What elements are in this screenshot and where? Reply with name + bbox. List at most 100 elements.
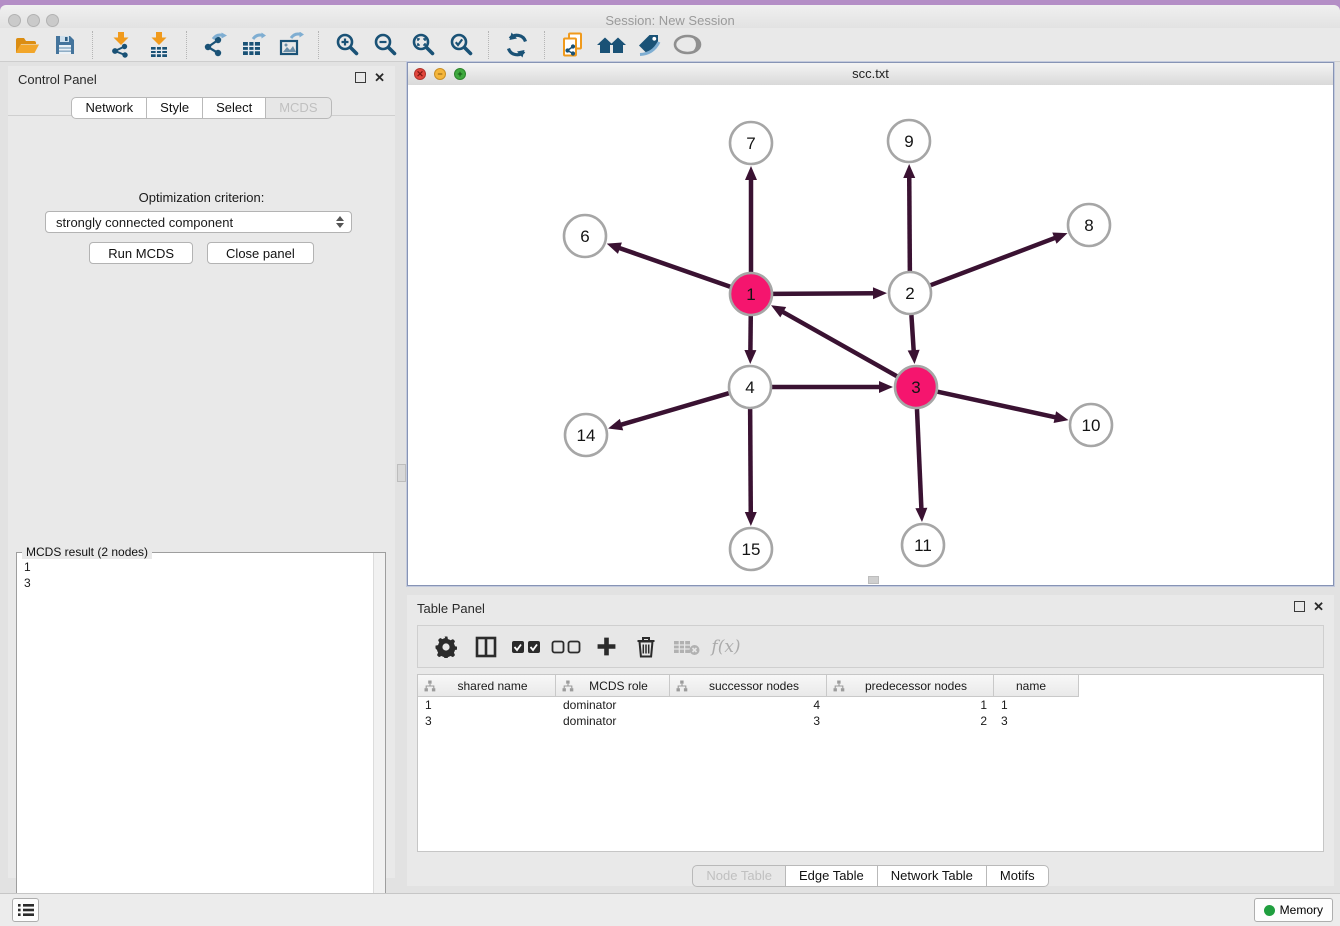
column-header-shared-name[interactable]: shared name: [418, 675, 556, 697]
network-graph[interactable]: 7 9 6 8 1 2 4 3 14 10 15 11: [408, 85, 1333, 585]
column-header-predecessor-nodes[interactable]: predecessor nodes: [827, 675, 994, 697]
node-label: 9: [904, 132, 913, 151]
workspace: Control Panel ✕ NetworkStyleSelectMCDS O…: [0, 62, 1340, 893]
deselect-all-button[interactable]: [548, 629, 584, 665]
mcds-result-list[interactable]: 13: [17, 555, 373, 921]
zoom-out-button[interactable]: [368, 29, 402, 61]
control-panel-float-icon[interactable]: [355, 72, 366, 83]
table-row[interactable]: 1dominator411: [418, 697, 1323, 713]
edge-1-4[interactable]: [744, 316, 756, 364]
edge-4-15[interactable]: [745, 409, 757, 526]
column-header-name[interactable]: name: [994, 675, 1079, 697]
select-all-button[interactable]: [508, 629, 544, 665]
frame-resize-handle[interactable]: [868, 576, 879, 584]
zoom-in-button[interactable]: [330, 29, 364, 61]
node-3[interactable]: 3: [895, 366, 937, 408]
node-6[interactable]: 6: [564, 215, 606, 257]
columns-icon: [475, 636, 497, 658]
node-10[interactable]: 10: [1070, 404, 1112, 446]
column-header-MCDS-role[interactable]: MCDS role: [556, 675, 670, 697]
memory-button[interactable]: Memory: [1254, 898, 1333, 922]
home-neighbors-button[interactable]: [594, 29, 628, 61]
column-header-successor-nodes[interactable]: successor nodes: [670, 675, 827, 697]
node-label: 8: [1084, 216, 1093, 235]
table-panel-close-icon[interactable]: ✕: [1313, 601, 1324, 612]
control-panel-close-icon[interactable]: ✕: [374, 72, 385, 83]
node-1[interactable]: 1: [730, 273, 772, 315]
zoom-selected-icon: [449, 32, 474, 57]
export-network-icon: [202, 32, 228, 58]
table-tab-edge-table[interactable]: Edge Table: [785, 865, 878, 887]
edge-2-3[interactable]: [908, 315, 920, 364]
node-9[interactable]: 9: [888, 120, 930, 162]
table-panel: Table Panel ✕ f(x) shared nameMCDS roles…: [407, 595, 1334, 886]
control-panel: Control Panel ✕ NetworkStyleSelectMCDS O…: [8, 66, 395, 878]
zoom-selected-button[interactable]: [444, 29, 478, 61]
panel-splitter-grip[interactable]: [397, 464, 406, 482]
node-14[interactable]: 14: [565, 414, 607, 456]
edge-3-11[interactable]: [915, 409, 927, 522]
hide-labels-button[interactable]: [632, 29, 666, 61]
table-panel-tabs: Node TableEdge TableNetwork TableMotifs: [407, 865, 1334, 887]
duplicate-network-button[interactable]: [556, 29, 590, 61]
add-row-button[interactable]: [588, 629, 624, 665]
tab-style[interactable]: Style: [146, 97, 203, 119]
table-tab-network-table[interactable]: Network Table: [877, 865, 987, 887]
columns-button[interactable]: [468, 629, 504, 665]
export-table-button[interactable]: [236, 29, 270, 61]
window-titlebar: Session: New Session: [0, 5, 1340, 29]
edge-3-1[interactable]: [771, 305, 897, 376]
node-label: 1: [746, 285, 755, 304]
column-label: MCDS role: [578, 679, 669, 693]
close-panel-button[interactable]: Close panel: [207, 242, 314, 264]
export-image-button[interactable]: [274, 29, 308, 61]
network-canvas[interactable]: 7 9 6 8 1 2 4 3 14 10 15 11: [408, 85, 1333, 585]
edge-4-3[interactable]: [772, 381, 893, 393]
save-session-button[interactable]: [48, 29, 82, 61]
node-8[interactable]: 8: [1068, 204, 1110, 246]
node-label: 6: [580, 227, 589, 246]
import-network-button[interactable]: [104, 29, 138, 61]
node-11[interactable]: 11: [902, 524, 944, 566]
table-panel-float-icon[interactable]: [1294, 601, 1305, 612]
edge-2-9[interactable]: [903, 164, 915, 271]
edge-4-14[interactable]: [608, 393, 729, 430]
apply-layout-button[interactable]: [500, 29, 534, 61]
node-7[interactable]: 7: [730, 122, 772, 164]
node-4[interactable]: 4: [729, 366, 771, 408]
table-tab-motifs[interactable]: Motifs: [986, 865, 1049, 887]
gear-button[interactable]: [428, 629, 464, 665]
open-session-button[interactable]: [10, 29, 44, 61]
task-history-button[interactable]: [12, 898, 39, 922]
table-tab-node-table[interactable]: Node Table: [692, 865, 786, 887]
add-row-icon: [596, 636, 617, 657]
run-mcds-button[interactable]: Run MCDS: [89, 242, 193, 264]
edge-1-2[interactable]: [773, 287, 887, 299]
tab-mcds[interactable]: MCDS: [265, 97, 331, 119]
node-15[interactable]: 15: [730, 528, 772, 570]
node-label: 10: [1082, 416, 1101, 435]
edge-2-8[interactable]: [931, 233, 1068, 286]
edge-3-10[interactable]: [937, 392, 1068, 423]
node-2[interactable]: 2: [889, 272, 931, 314]
export-network-button[interactable]: [198, 29, 232, 61]
edge-1-6[interactable]: [607, 243, 731, 287]
criterion-select[interactable]: strongly connected component: [45, 211, 352, 233]
deselect-all-icon: [551, 639, 581, 655]
table-cell: 3: [418, 713, 556, 729]
import-table-button[interactable]: [142, 29, 176, 61]
toolbar-separator: [318, 31, 320, 59]
export-image-icon: [278, 32, 304, 58]
tab-select[interactable]: Select: [202, 97, 266, 119]
result-line: 1: [24, 559, 373, 575]
tab-network[interactable]: Network: [71, 97, 147, 119]
network-window-titlebar[interactable]: scc.txt: [408, 63, 1333, 86]
result-scrollbar[interactable]: [373, 553, 385, 921]
table-cell: 4: [670, 697, 827, 713]
table-row[interactable]: 3dominator323: [418, 713, 1323, 729]
show-details-eye-button[interactable]: [670, 29, 704, 61]
table-cell: 1: [418, 697, 556, 713]
zoom-fit-button[interactable]: [406, 29, 440, 61]
edge-1-7[interactable]: [745, 166, 757, 272]
delete-row-button[interactable]: [628, 629, 664, 665]
